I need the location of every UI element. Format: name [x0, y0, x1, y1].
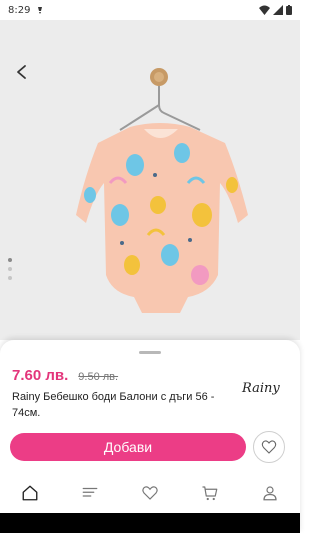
- chevron-left-icon: [17, 65, 26, 79]
- back-button[interactable]: [10, 60, 34, 84]
- bottom-navigation: [0, 473, 300, 513]
- product-sheet: 7.60 лв. 9.50 лв. Rainy Бебешко боди Бал…: [0, 340, 300, 533]
- battery-icon: [286, 5, 292, 15]
- gallery-dot[interactable]: [8, 258, 12, 262]
- gallery-dot[interactable]: [8, 276, 12, 280]
- nav-home[interactable]: [15, 478, 45, 508]
- favorite-button[interactable]: [253, 431, 285, 463]
- favorites-icon: [142, 486, 158, 500]
- signal-icon: [273, 5, 283, 15]
- svg-text:Rainy: Rainy: [241, 381, 280, 396]
- catalog-icon: [82, 487, 98, 497]
- wifi-icon: [259, 5, 270, 15]
- product-gallery[interactable]: [0, 20, 300, 340]
- old-price: 9.50 лв.: [78, 371, 119, 383]
- current-price: 7.60 лв.: [12, 367, 69, 384]
- product-title: Rainy Бебешко боди Балони с дъги 56 - 74…: [12, 391, 215, 419]
- nav-favorites[interactable]: [135, 478, 165, 508]
- cart-icon: [202, 486, 218, 501]
- heart-icon: [261, 440, 277, 454]
- nav-profile[interactable]: [255, 478, 285, 508]
- brand-logo[interactable]: Rainy: [240, 377, 280, 397]
- sheet-drag-handle[interactable]: [139, 351, 161, 354]
- status-bar: 8:29: [0, 0, 300, 20]
- price-row: 7.60 лв. 9.50 лв.: [12, 367, 118, 384]
- home-icon: [22, 485, 38, 501]
- status-icons: [259, 5, 292, 15]
- system-navigation-bar: [0, 513, 300, 533]
- nav-cart[interactable]: [195, 478, 225, 508]
- nav-catalog[interactable]: [75, 478, 105, 508]
- notification-icon: [38, 7, 43, 14]
- product-image: [76, 68, 248, 313]
- gallery-pagination: [8, 258, 12, 280]
- add-to-cart-button[interactable]: Добави: [10, 433, 246, 461]
- status-time: 8:29: [8, 4, 31, 16]
- gallery-dot[interactable]: [8, 267, 12, 271]
- profile-icon: [263, 486, 277, 501]
